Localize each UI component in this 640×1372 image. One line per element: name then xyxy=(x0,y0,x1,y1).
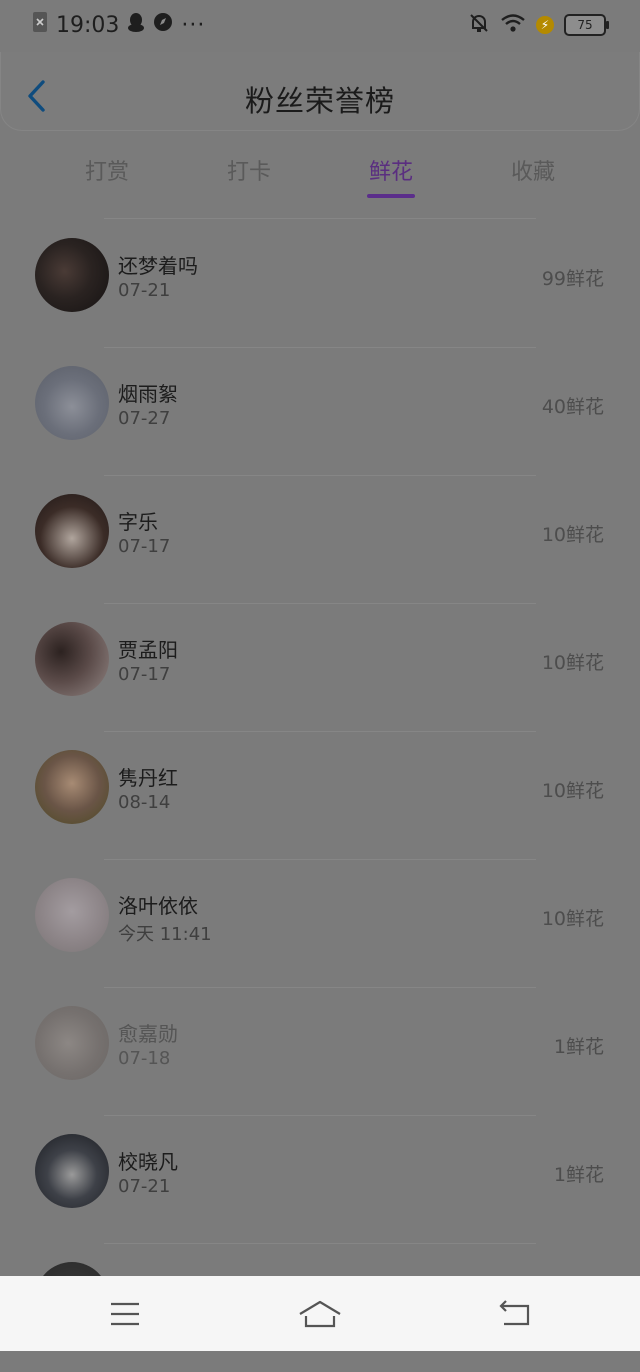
avatar[interactable] xyxy=(35,750,109,824)
wifi-icon xyxy=(500,13,526,37)
battery-level: 75 xyxy=(577,18,593,32)
fan-date: 07-17 xyxy=(118,536,171,557)
avatar[interactable] xyxy=(35,878,109,952)
more-dots-icon: ··· xyxy=(181,12,206,38)
flower-count: 1鲜花 xyxy=(553,1164,604,1186)
divider xyxy=(104,218,536,219)
avatar[interactable] xyxy=(35,238,109,312)
flower-count: 99鲜花 xyxy=(541,268,604,290)
back-arrow-icon[interactable] xyxy=(496,1298,536,1330)
fan-name: 愈嘉勋 xyxy=(118,1022,178,1046)
fan-list: 还梦着吗 07-21 99鲜花 烟雨絮 07-27 40鲜花 字乐 07-17 … xyxy=(0,220,640,1372)
avatar[interactable] xyxy=(35,366,109,440)
home-icon[interactable] xyxy=(298,1298,342,1330)
list-item[interactable]: 贾孟阳 07-17 10鲜花 xyxy=(0,604,640,732)
list-item[interactable]: 隽丹红 08-14 10鲜花 xyxy=(0,732,640,860)
avatar[interactable] xyxy=(35,1134,109,1208)
charging-icon: ⚡ xyxy=(536,16,554,34)
fan-name: 贾孟阳 xyxy=(118,638,178,662)
fan-date: 07-17 xyxy=(118,664,171,685)
fan-name: 还梦着吗 xyxy=(118,254,198,278)
header: 粉丝荣誉榜 xyxy=(0,52,640,131)
fan-date: 07-18 xyxy=(118,1048,171,1069)
avatar[interactable] xyxy=(35,622,109,696)
flower-count: 10鲜花 xyxy=(541,908,604,930)
menu-icon[interactable] xyxy=(105,1298,145,1330)
list-item[interactable]: 还梦着吗 07-21 99鲜花 xyxy=(0,220,640,348)
flower-count: 10鲜花 xyxy=(541,780,604,802)
status-bar: 19:03 ··· ⚡ 75 xyxy=(0,0,640,52)
mute-bell-icon xyxy=(468,12,490,38)
sim-x-icon xyxy=(32,11,48,39)
avatar[interactable] xyxy=(35,494,109,568)
qq-penguin-icon xyxy=(127,11,145,39)
tab-bar: 打赏 打卡 鲜花 收藏 xyxy=(36,150,604,200)
fan-name: 字乐 xyxy=(118,510,158,534)
list-item[interactable]: 字乐 07-17 10鲜花 xyxy=(0,476,640,604)
fan-date: 08-14 xyxy=(118,792,171,813)
tab-favorites[interactable]: 收藏 xyxy=(462,150,604,200)
list-item[interactable]: 烟雨絮 07-27 40鲜花 xyxy=(0,348,640,476)
fan-date: 07-27 xyxy=(118,408,171,429)
system-nav-bar xyxy=(0,1276,640,1351)
fan-name: 校晓凡 xyxy=(118,1150,178,1174)
list-item[interactable]: 愈嘉勋 07-18 1鲜花 xyxy=(0,988,640,1116)
fan-date: 07-21 xyxy=(118,280,171,301)
list-item[interactable]: 洛叶依依 今天 11:41 10鲜花 xyxy=(0,860,640,988)
fan-name: 烟雨絮 xyxy=(118,382,178,406)
compass-icon xyxy=(153,12,173,38)
flower-count: 40鲜花 xyxy=(541,396,604,418)
flower-count: 10鲜花 xyxy=(541,524,604,546)
flower-count: 1鲜花 xyxy=(553,1036,604,1058)
status-time: 19:03 xyxy=(56,12,120,38)
flower-count: 10鲜花 xyxy=(541,652,604,674)
tab-flowers[interactable]: 鲜花 xyxy=(320,150,462,200)
fan-date: 今天 11:41 xyxy=(118,924,212,945)
page-title: 粉丝荣誉榜 xyxy=(244,84,395,118)
tab-checkin[interactable]: 打卡 xyxy=(178,150,320,200)
fan-date: 07-21 xyxy=(118,1176,171,1197)
tab-tip[interactable]: 打赏 xyxy=(36,150,178,200)
fan-name: 隽丹红 xyxy=(118,766,178,790)
avatar[interactable] xyxy=(35,1006,109,1080)
fan-name: 洛叶依依 xyxy=(118,894,198,918)
battery-icon: 75 xyxy=(564,14,609,36)
list-item[interactable]: 校晓凡 07-21 1鲜花 xyxy=(0,1116,640,1244)
